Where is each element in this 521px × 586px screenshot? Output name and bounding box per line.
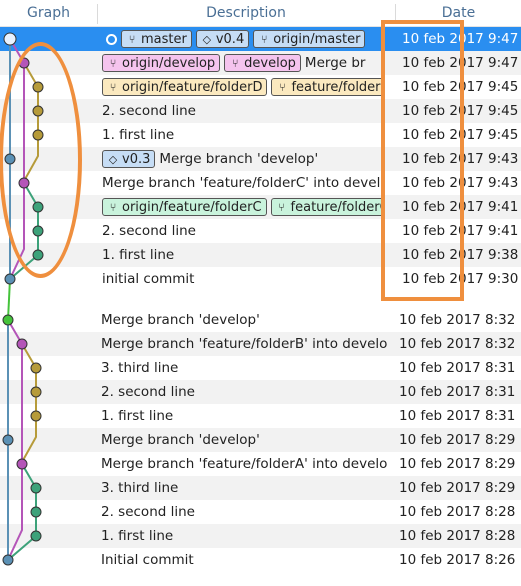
commit-date: 10 feb 2017 8:29 bbox=[399, 456, 516, 472]
commit-date: 10 feb 2017 8:28 bbox=[399, 528, 516, 544]
tag-badge[interactable]: ◇ v0.4 bbox=[195, 30, 250, 48]
commit-description: ⑂ origin/feature/folderC ⑂ feature/folderC bbox=[102, 195, 384, 219]
commit-message: 1. first line bbox=[101, 528, 174, 544]
commit-node bbox=[4, 273, 16, 285]
badge-label: v0.3 bbox=[122, 152, 151, 167]
commit-message: Merge branch 'develop' bbox=[159, 151, 319, 167]
commit-node bbox=[2, 434, 14, 446]
commit-message: Merge branch 'develop' bbox=[101, 432, 260, 448]
branch-badge[interactable]: ⑂ feature/folderC bbox=[270, 198, 384, 216]
head-indicator-icon bbox=[106, 33, 117, 45]
branch-badge[interactable]: ⑂ origin/feature/folderC bbox=[102, 198, 267, 216]
commit-message: Merge br bbox=[304, 55, 366, 71]
commit-node bbox=[30, 386, 42, 398]
badge-label: feature/folderD bbox=[291, 80, 384, 95]
branch-icon: ⑂ bbox=[109, 81, 117, 94]
commit-message: 1. first line bbox=[102, 127, 175, 143]
commit-node bbox=[30, 362, 42, 374]
commit-node bbox=[16, 458, 28, 470]
tag-icon: ◇ bbox=[202, 33, 212, 46]
badge-label: master bbox=[141, 32, 187, 47]
commit-node bbox=[30, 506, 42, 518]
commit-date: 10 feb 2017 8:31 bbox=[399, 408, 516, 424]
commit-description: initial commit bbox=[102, 267, 384, 291]
commit-description: 2. second line bbox=[102, 219, 384, 243]
branch-icon: ⑂ bbox=[128, 33, 136, 46]
branch-icon: ⑂ bbox=[260, 33, 268, 46]
commit-message: 1. first line bbox=[102, 247, 175, 263]
commit-node bbox=[30, 410, 42, 422]
commit-node bbox=[3, 32, 17, 46]
commit-message: 2. second line bbox=[102, 223, 196, 239]
badge-label: origin/feature/folderD bbox=[122, 80, 263, 95]
branch-badge[interactable]: ⑂ origin/develop bbox=[102, 54, 221, 72]
commit-description: ⑂ master ◇ v0.4 ⑂ origin/master bbox=[102, 27, 384, 51]
branch-icon: ⑂ bbox=[278, 201, 285, 214]
tag-badge[interactable]: ◇ v0.3 bbox=[102, 150, 156, 168]
commit-date: 10 feb 2017 8:29 bbox=[399, 432, 516, 448]
branch-badge[interactable]: ⑂ feature/folderD bbox=[271, 78, 384, 96]
commit-message: Merge branch 'feature/folderC' into deve… bbox=[102, 175, 384, 191]
branch-icon: ⑂ bbox=[109, 57, 117, 70]
commit-message: Merge branch 'feature/folderB' into deve… bbox=[101, 336, 388, 352]
tag-icon: ◇ bbox=[108, 153, 118, 166]
commit-message: 3. third line bbox=[101, 360, 179, 376]
commit-description: ◇ v0.3 Merge branch 'develop' bbox=[102, 147, 384, 171]
branch-icon: ⑂ bbox=[279, 81, 286, 94]
branch-icon: ⑂ bbox=[109, 201, 117, 214]
commit-date: 10 feb 2017 8:28 bbox=[399, 504, 516, 520]
commit-node bbox=[2, 314, 14, 326]
commit-message: 2. second line bbox=[101, 384, 195, 400]
badge-label: v0.4 bbox=[215, 32, 245, 47]
commit-node bbox=[2, 554, 14, 566]
date-highlight-box bbox=[381, 20, 464, 301]
graph-highlight-ellipse bbox=[0, 42, 82, 278]
commit-date: 10 feb 2017 8:32 bbox=[399, 312, 516, 328]
branch-badge[interactable]: ⑂ origin/master bbox=[253, 30, 366, 48]
commit-date: 10 feb 2017 8:32 bbox=[399, 336, 516, 352]
commit-message: 3. third line bbox=[101, 480, 179, 496]
branch-badge[interactable]: ⑂ origin/feature/folderD bbox=[102, 78, 268, 96]
commit-description: 2. second line bbox=[102, 99, 384, 123]
branch-badge[interactable]: ⑂ develop bbox=[224, 54, 301, 72]
commit-message: Merge branch 'develop' bbox=[101, 312, 260, 328]
commit-message: Merge branch 'feature/folderA' into deve… bbox=[101, 456, 388, 472]
commit-node bbox=[30, 530, 42, 542]
branch-icon: ⑂ bbox=[231, 57, 239, 70]
commit-node bbox=[16, 338, 28, 350]
commit-message: Initial commit bbox=[101, 552, 194, 568]
commit-description: Merge branch 'feature/folderC' into deve… bbox=[102, 171, 384, 195]
commit-description: ⑂ origin/feature/folderD ⑂ feature/folderD bbox=[102, 75, 384, 99]
branch-badge[interactable]: ⑂ master bbox=[121, 30, 192, 48]
commit-message: 2. second line bbox=[102, 103, 196, 119]
commit-description: 1. first line bbox=[102, 123, 384, 147]
badge-label: origin/develop bbox=[122, 56, 216, 71]
badge-label: feature/folderC bbox=[290, 200, 384, 215]
commit-description: ⑂ origin/develop ⑂ develop Merge br bbox=[102, 51, 384, 75]
folderB-lane bbox=[21, 343, 37, 463]
badge-label: origin/feature/folderC bbox=[122, 200, 262, 215]
commit-date: 10 feb 2017 8:31 bbox=[399, 384, 516, 400]
badge-label: develop bbox=[244, 56, 296, 71]
commit-node bbox=[30, 482, 42, 494]
badge-label: origin/master bbox=[273, 32, 361, 47]
commit-message: 2. second line bbox=[101, 504, 195, 520]
commit-date: 10 feb 2017 8:31 bbox=[399, 360, 516, 376]
commit-message: initial commit bbox=[102, 271, 195, 287]
commit-date: 10 feb 2017 8:26 bbox=[399, 552, 516, 568]
commit-description: 1. first line bbox=[102, 243, 384, 267]
commit-date: 10 feb 2017 8:29 bbox=[399, 480, 516, 496]
history-connector bbox=[7, 278, 11, 321]
commit-message: 1. first line bbox=[101, 408, 174, 424]
